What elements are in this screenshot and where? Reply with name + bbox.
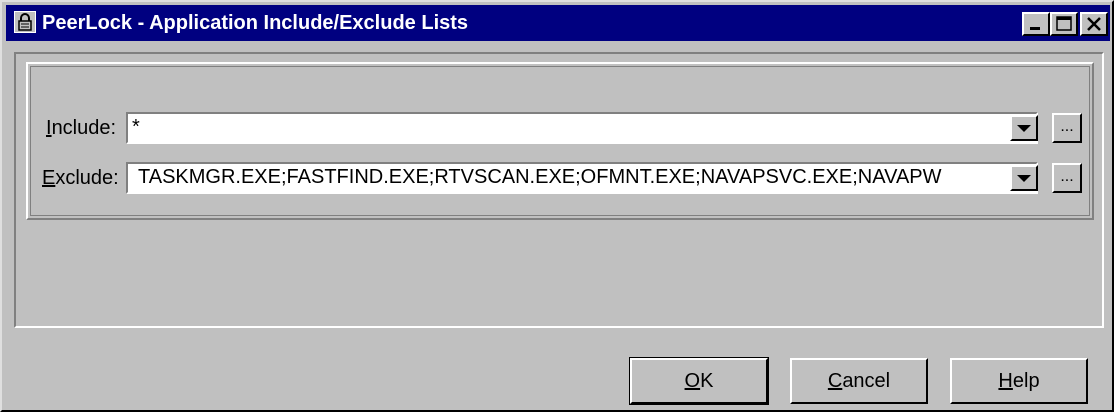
minimize-button[interactable] bbox=[1022, 12, 1050, 36]
exclude-value: TASKMGR.EXE;FASTFIND.EXE;RTVSCAN.EXE;OFM… bbox=[138, 166, 942, 188]
ok-button[interactable]: OK bbox=[629, 357, 769, 405]
maximize-button[interactable] bbox=[1050, 12, 1078, 36]
title-bar[interactable]: PeerLock - Application Include/Exclude L… bbox=[6, 5, 1110, 41]
help-button[interactable]: Help bbox=[950, 358, 1088, 404]
exclude-dropdown-button[interactable] bbox=[1010, 165, 1038, 191]
exclude-browse-button[interactable]: ... bbox=[1052, 163, 1082, 193]
ok-mnemonic: O bbox=[684, 370, 701, 392]
close-icon bbox=[1087, 17, 1101, 31]
exclude-label: Exclude: bbox=[42, 166, 119, 190]
exclude-label-text: xclude: bbox=[55, 167, 119, 189]
close-button[interactable] bbox=[1080, 12, 1108, 36]
include-browse-button[interactable]: ... bbox=[1052, 113, 1082, 143]
ok-label: K bbox=[700, 370, 714, 392]
include-input[interactable]: * bbox=[126, 112, 1038, 144]
dialog-window: PeerLock - Application Include/Exclude L… bbox=[0, 0, 1114, 412]
cancel-button[interactable]: Cancel bbox=[790, 358, 928, 404]
cancel-mnemonic: C bbox=[827, 370, 843, 392]
window-title: PeerLock - Application Include/Exclude L… bbox=[42, 12, 469, 34]
exclude-input[interactable]: TASKMGR.EXE;FASTFIND.EXE;RTVSCAN.EXE;OFM… bbox=[126, 162, 1038, 194]
include-dropdown-button[interactable] bbox=[1010, 115, 1038, 141]
include-label: Include: bbox=[46, 116, 116, 140]
padlock-icon bbox=[14, 11, 36, 33]
help-label: elp bbox=[1012, 370, 1040, 392]
chevron-down-icon bbox=[1017, 175, 1031, 182]
chevron-down-icon bbox=[1017, 125, 1031, 132]
minimize-icon bbox=[1030, 27, 1040, 30]
cancel-label: ancel bbox=[842, 370, 891, 392]
include-label-text: nclude: bbox=[51, 117, 117, 139]
maximize-icon bbox=[1056, 16, 1072, 31]
exclude-label-mnemonic: E bbox=[42, 167, 56, 189]
help-mnemonic: H bbox=[998, 370, 1013, 392]
include-value: * bbox=[132, 116, 140, 138]
